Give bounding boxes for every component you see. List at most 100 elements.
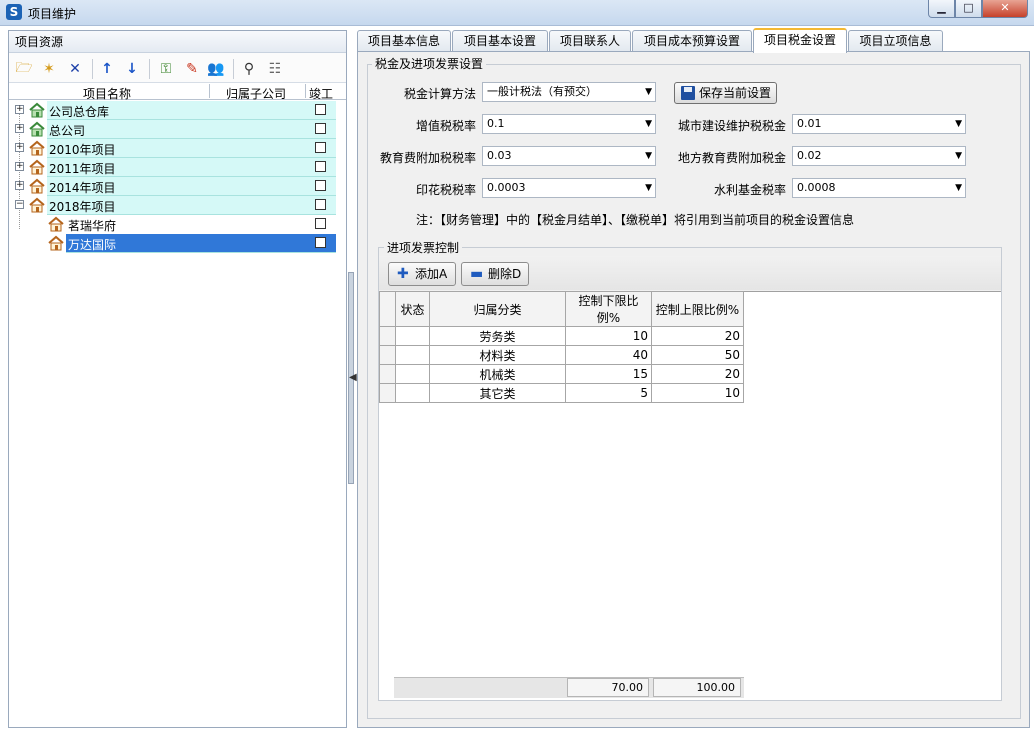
edu-surcharge-label: 教育费附加税税率 [379, 151, 476, 165]
dropdown-arrow-icon: ▼ [645, 151, 652, 161]
status-cell[interactable] [395, 326, 430, 346]
dropdown-arrow-icon: ▼ [645, 119, 652, 129]
project-resource-panel: 项目资源 🗁 ✶ ✕ ↑ ↓ ⚿ ✎ 👥 ⚲ ☷ 项目名称 归属子公司 竣工 +… [8, 30, 347, 728]
local-edu-label: 地方教育费附加税金 [677, 151, 786, 165]
tree-node[interactable]: + 2010年项目 [9, 139, 346, 158]
tab-contacts[interactable]: 项目联系人 [549, 30, 631, 52]
table-row[interactable]: 材料类 40 50 [379, 345, 744, 365]
users-icon[interactable]: 👥 [207, 60, 225, 78]
tree-node[interactable]: + 2011年项目 [9, 158, 346, 177]
stamp-tax-select[interactable]: 0.0003 ▼ [482, 178, 656, 198]
status-cell[interactable] [395, 345, 430, 365]
status-cell[interactable] [395, 364, 430, 384]
completed-checkbox[interactable] [315, 218, 326, 229]
key-icon[interactable]: ⚿ [157, 60, 175, 78]
lower-limit-cell[interactable]: 5 [565, 383, 652, 403]
tree-node[interactable]: + 公司总仓库 [9, 101, 346, 120]
lower-limit-cell[interactable]: 40 [565, 345, 652, 365]
tree-node[interactable]: − 2018年项目 [9, 196, 346, 215]
category-cell[interactable]: 劳务类 [429, 326, 566, 346]
expand-icon[interactable]: + [15, 162, 24, 171]
col-upper-limit[interactable]: 控制上限比例% [651, 291, 744, 327]
status-cell[interactable] [395, 383, 430, 403]
row-indicator-header [379, 291, 396, 327]
expand-icon[interactable]: + [15, 105, 24, 114]
row-indicator [379, 383, 396, 403]
completed-checkbox[interactable] [315, 161, 326, 172]
binoculars-icon[interactable]: ⚲ [240, 60, 258, 78]
expand-icon[interactable]: + [15, 143, 24, 152]
vat-rate-label: 增值税税率 [415, 119, 476, 133]
tab-basic-settings[interactable]: 项目基本设置 [452, 30, 548, 52]
completed-checkbox[interactable] [315, 237, 326, 248]
completed-checkbox[interactable] [315, 123, 326, 134]
col-status[interactable]: 状态 [395, 291, 430, 327]
list-view-icon[interactable]: ☷ [266, 60, 284, 78]
expand-icon[interactable]: + [15, 181, 24, 190]
new-folder-icon[interactable]: ✶ [40, 60, 58, 78]
move-down-icon[interactable]: ↓ [123, 60, 141, 78]
tree-node-selected[interactable]: 万达国际 [9, 234, 346, 253]
tree-node[interactable]: + 总公司 [9, 120, 346, 139]
completed-checkbox[interactable] [315, 199, 326, 210]
tree-node[interactable]: 茗瑞华府 [9, 215, 346, 234]
col-subsidiary[interactable]: 归属子公司 [226, 85, 286, 102]
collapse-icon[interactable]: − [15, 200, 24, 209]
category-cell[interactable]: 材料类 [429, 345, 566, 365]
grid-header-row: 状态 归属分类 控制下限比例% 控制上限比例% [379, 291, 744, 327]
col-completed[interactable]: 竣工 [309, 85, 333, 102]
completed-checkbox[interactable] [315, 104, 326, 115]
category-cell[interactable]: 其它类 [429, 383, 566, 403]
lower-limit-cell[interactable]: 10 [565, 326, 652, 346]
tax-method-select[interactable]: 一般计税法（有预交） ▼ [482, 82, 656, 102]
toolbar-separator [149, 59, 150, 79]
upper-limit-cell[interactable]: 20 [651, 326, 744, 346]
close-button[interactable]: ✕ [982, 0, 1028, 18]
row-indicator [379, 364, 396, 384]
tree-node-label: 2011年项目 [49, 162, 116, 176]
add-row-button[interactable]: ✚ 添加A [388, 262, 456, 286]
upper-limit-cell[interactable]: 20 [651, 364, 744, 384]
city-tax-select[interactable]: 0.01 ▼ [792, 114, 966, 134]
maximize-button[interactable]: □ [955, 0, 982, 18]
col-category[interactable]: 归属分类 [429, 291, 566, 327]
panel-title: 项目资源 [9, 31, 346, 53]
edu-surcharge-select[interactable]: 0.03 ▼ [482, 146, 656, 166]
move-up-icon[interactable]: ↑ [98, 60, 116, 78]
title-bar: S 项目维护 ▁ □ ✕ [0, 0, 1034, 26]
completed-checkbox[interactable] [315, 180, 326, 191]
tab-project-approval[interactable]: 项目立项信息 [848, 30, 943, 52]
lower-limit-cell[interactable]: 15 [565, 364, 652, 384]
delete-row-button[interactable]: ▬ 删除D [461, 262, 529, 286]
app-logo-icon: S [6, 4, 22, 20]
minimize-button[interactable]: ▁ [928, 0, 955, 18]
table-row[interactable]: 劳务类 10 20 [379, 326, 744, 346]
completed-checkbox[interactable] [315, 142, 326, 153]
tab-basic-info[interactable]: 项目基本信息 [357, 30, 451, 52]
save-settings-button[interactable]: 保存当前设置 [674, 82, 777, 104]
tree-node[interactable]: + 2014年项目 [9, 177, 346, 196]
dropdown-arrow-icon: ▼ [645, 183, 652, 193]
open-folder-icon[interactable]: 🗁 [15, 60, 33, 78]
floppy-disk-icon [681, 86, 695, 100]
city-tax-label: 城市建设维护税税金 [677, 119, 786, 133]
category-cell[interactable]: 机械类 [429, 364, 566, 384]
tax-method-label: 税金计算方法 [403, 87, 476, 101]
local-edu-select[interactable]: 0.02 ▼ [792, 146, 966, 166]
pencil-icon[interactable]: ✎ [183, 60, 201, 78]
expand-icon[interactable]: + [15, 124, 24, 133]
upper-limit-cell[interactable]: 50 [651, 345, 744, 365]
tab-tax-settings[interactable]: 项目税金设置 [753, 28, 847, 53]
tab-cost-budget[interactable]: 项目成本预算设置 [632, 30, 752, 52]
water-fund-select[interactable]: 0.0008 ▼ [792, 178, 966, 198]
delete-icon[interactable]: ✕ [66, 60, 84, 78]
collapse-arrow-icon[interactable]: ◀ [349, 372, 357, 383]
vat-rate-select[interactable]: 0.1 ▼ [482, 114, 656, 134]
table-row[interactable]: 其它类 5 10 [379, 383, 744, 403]
col-project-name[interactable]: 项目名称 [83, 85, 131, 102]
row-indicator [379, 345, 396, 365]
table-row[interactable]: 机械类 15 20 [379, 364, 744, 384]
col-lower-limit[interactable]: 控制下限比例% [565, 291, 652, 327]
upper-limit-cell[interactable]: 10 [651, 383, 744, 403]
dropdown-arrow-icon: ▼ [955, 151, 962, 161]
